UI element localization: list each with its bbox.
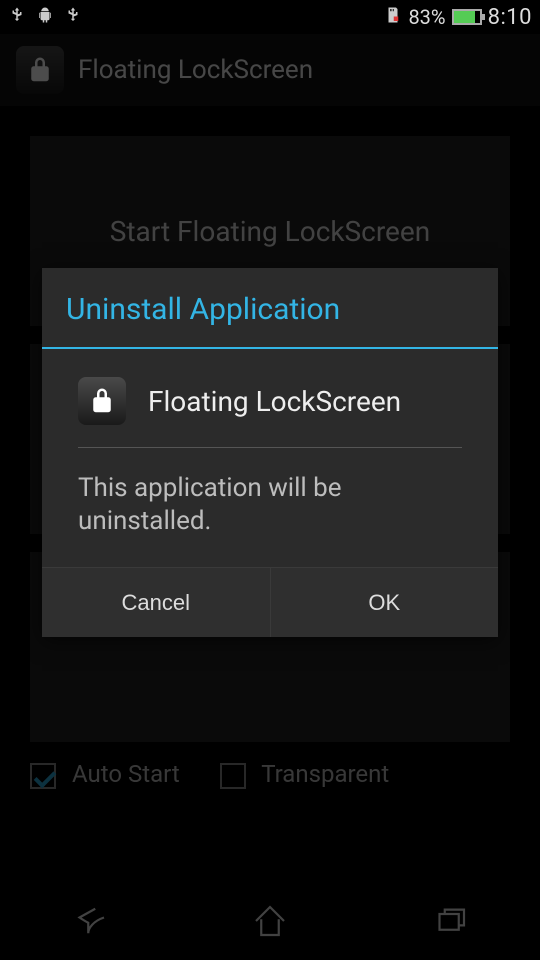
usb-icon-2 — [64, 5, 82, 29]
dialog-message: This application will be uninstalled. — [78, 448, 462, 537]
clock: 8:10 — [488, 5, 532, 30]
dialog-button-bar: Cancel OK — [42, 567, 498, 637]
sd-card-icon — [384, 5, 402, 29]
dialog-app-row: Floating LockScreen — [78, 377, 462, 448]
usb-icon — [8, 5, 26, 29]
lock-icon — [78, 377, 126, 425]
battery-icon — [452, 9, 482, 25]
dialog-title: Uninstall Application — [42, 268, 498, 349]
uninstall-dialog: Uninstall Application Floating LockScree… — [42, 268, 498, 637]
status-bar: 83% 8:10 — [0, 0, 540, 34]
dialog-app-name: Floating LockScreen — [148, 385, 401, 418]
ok-button[interactable]: OK — [270, 568, 499, 637]
cancel-button[interactable]: Cancel — [42, 568, 270, 637]
battery-percent: 83% — [408, 5, 445, 29]
android-debug-icon — [36, 5, 54, 29]
